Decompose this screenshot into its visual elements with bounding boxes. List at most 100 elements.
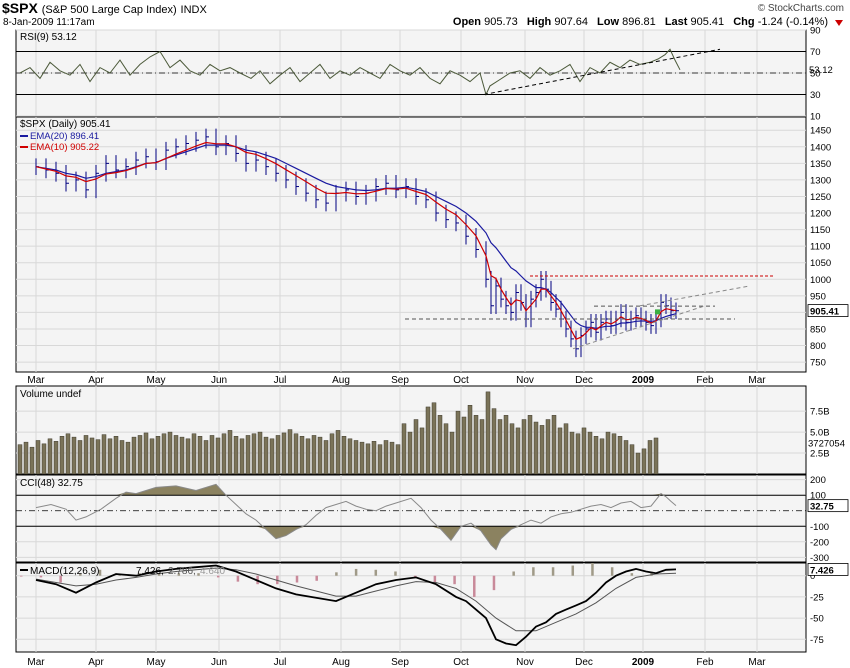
- y-tick-label: 950: [810, 291, 826, 302]
- volume-bar: [95, 439, 101, 475]
- x-tick-label: Jun: [211, 657, 227, 668]
- cci-title: CCI(48) 32.75: [20, 478, 83, 489]
- volume-bar: [521, 419, 527, 475]
- volume-bar: [377, 444, 383, 475]
- volume-y-axis: 2.5B 5.0B 7.5B: [810, 407, 830, 460]
- x-tick-label: Feb: [696, 657, 714, 668]
- chg-value: -1.24 (-0.14%): [757, 16, 828, 28]
- y-tick-label: -50: [810, 614, 824, 625]
- volume-bar: [197, 436, 203, 475]
- y-tick-label: 1200: [810, 209, 831, 220]
- volume-bar: [647, 440, 653, 475]
- volume-bar: [443, 423, 449, 475]
- volume-bar: [113, 436, 119, 475]
- volume-bar: [569, 431, 575, 475]
- y-tick-label: 1000: [810, 275, 831, 286]
- y-tick-label: -300: [810, 553, 829, 564]
- volume-bar: [407, 431, 413, 475]
- x-tick-label: Mar: [27, 375, 45, 386]
- macd-hist-bar: [394, 571, 397, 576]
- volume-bar: [473, 415, 479, 475]
- y-tick-label: 800: [810, 341, 826, 352]
- volume-bar: [23, 441, 29, 475]
- low-value: 896.81: [622, 16, 656, 28]
- x-tick-label: Jul: [274, 657, 287, 668]
- volume-last-label: 3727054: [808, 438, 845, 449]
- volume-bar: [209, 435, 215, 475]
- volume-bar: [557, 427, 563, 475]
- volume-bar: [395, 444, 401, 475]
- volume-bar: [533, 421, 539, 475]
- volume-bar: [293, 433, 299, 475]
- y-tick-label: 30: [810, 90, 821, 101]
- volume-bar: [17, 444, 23, 475]
- macd-x-axis: Mar Apr May Jun Jul Aug Sep Oct Nov Dec 2009 Feb Mar: [27, 657, 766, 668]
- down-arrow-icon: [835, 20, 843, 26]
- y-tick-label: -200: [810, 537, 829, 548]
- price-title: $SPX (Daily) 905.41: [20, 119, 111, 130]
- volume-bar: [491, 408, 497, 475]
- x-tick-label: Dec: [575, 375, 593, 386]
- volume-bar: [227, 430, 233, 475]
- volume-bar: [617, 436, 623, 475]
- y-tick-label: 1300: [810, 175, 831, 186]
- symbol-title: $SPX (S&P 500 Large Cap Index) INDX: [2, 0, 207, 16]
- x-tick-label: 2009: [632, 375, 655, 386]
- volume-bar: [515, 427, 521, 475]
- volume-bar: [467, 405, 473, 475]
- volume-bar: [329, 433, 335, 475]
- high-label: High: [526, 16, 552, 28]
- volume-bar: [71, 436, 77, 475]
- volume-bar: [383, 440, 389, 475]
- volume-bar: [251, 433, 257, 475]
- high-value: 907.64: [554, 16, 588, 28]
- volume-bar: [497, 419, 503, 475]
- volume-bar: [623, 440, 629, 475]
- volume-bar: [347, 438, 353, 475]
- macd-hist-bar: [453, 575, 456, 585]
- y-tick-label: 750: [810, 358, 826, 369]
- macd-hist-bar: [532, 567, 535, 576]
- y-tick-label: 1250: [810, 192, 831, 203]
- volume-bar: [389, 441, 395, 475]
- volume-bar: [29, 446, 35, 475]
- brand-label: © StockCharts.com: [757, 3, 844, 14]
- volume-bar: [461, 416, 467, 475]
- volume-bar: [191, 433, 197, 475]
- price-x-axis: Mar Apr May Jun Jul Aug Sep Oct Nov Dec 2009 Feb Mar: [27, 375, 766, 386]
- volume-bar: [485, 391, 491, 475]
- x-tick-label: Aug: [332, 375, 350, 386]
- x-tick-label: Oct: [453, 657, 469, 668]
- volume-bar: [125, 441, 131, 475]
- macd-hist-bar: [551, 567, 555, 576]
- volume-bar: [149, 438, 155, 475]
- volume-bar: [185, 438, 191, 475]
- macd-hist-bar: [20, 575, 23, 577]
- volume-bar: [479, 419, 485, 475]
- volume-bar: [281, 432, 287, 475]
- volume-bar: [155, 436, 161, 475]
- volume-bar: [317, 436, 323, 475]
- volume-bar: [119, 440, 125, 475]
- volume-bar: [89, 437, 95, 475]
- y-tick-label: 5.0B: [810, 428, 830, 439]
- macd-hist-bar: [492, 575, 496, 591]
- volume-bar: [365, 443, 371, 475]
- x-tick-label: 2009: [632, 657, 655, 668]
- volume-bar: [269, 438, 275, 475]
- volume-bar: [35, 440, 41, 475]
- price-y-axis: 7508008509009501000105011001150120012501…: [810, 126, 831, 369]
- y-tick-label: 70: [810, 47, 821, 58]
- volume-bar: [311, 435, 317, 475]
- ema10-legend: EMA(10) 905.22: [30, 142, 99, 153]
- last-label: Last: [664, 16, 688, 28]
- x-tick-label: Jun: [211, 375, 227, 386]
- volume-bar: [53, 441, 59, 475]
- macd-hist-bar: [512, 571, 515, 576]
- y-tick-label: 850: [810, 324, 826, 335]
- volume-bar: [245, 435, 251, 475]
- volume-bar: [323, 440, 329, 475]
- x-tick-label: Nov: [516, 657, 534, 668]
- y-tick-label: -100: [810, 522, 829, 533]
- y-tick-label: 1350: [810, 159, 831, 170]
